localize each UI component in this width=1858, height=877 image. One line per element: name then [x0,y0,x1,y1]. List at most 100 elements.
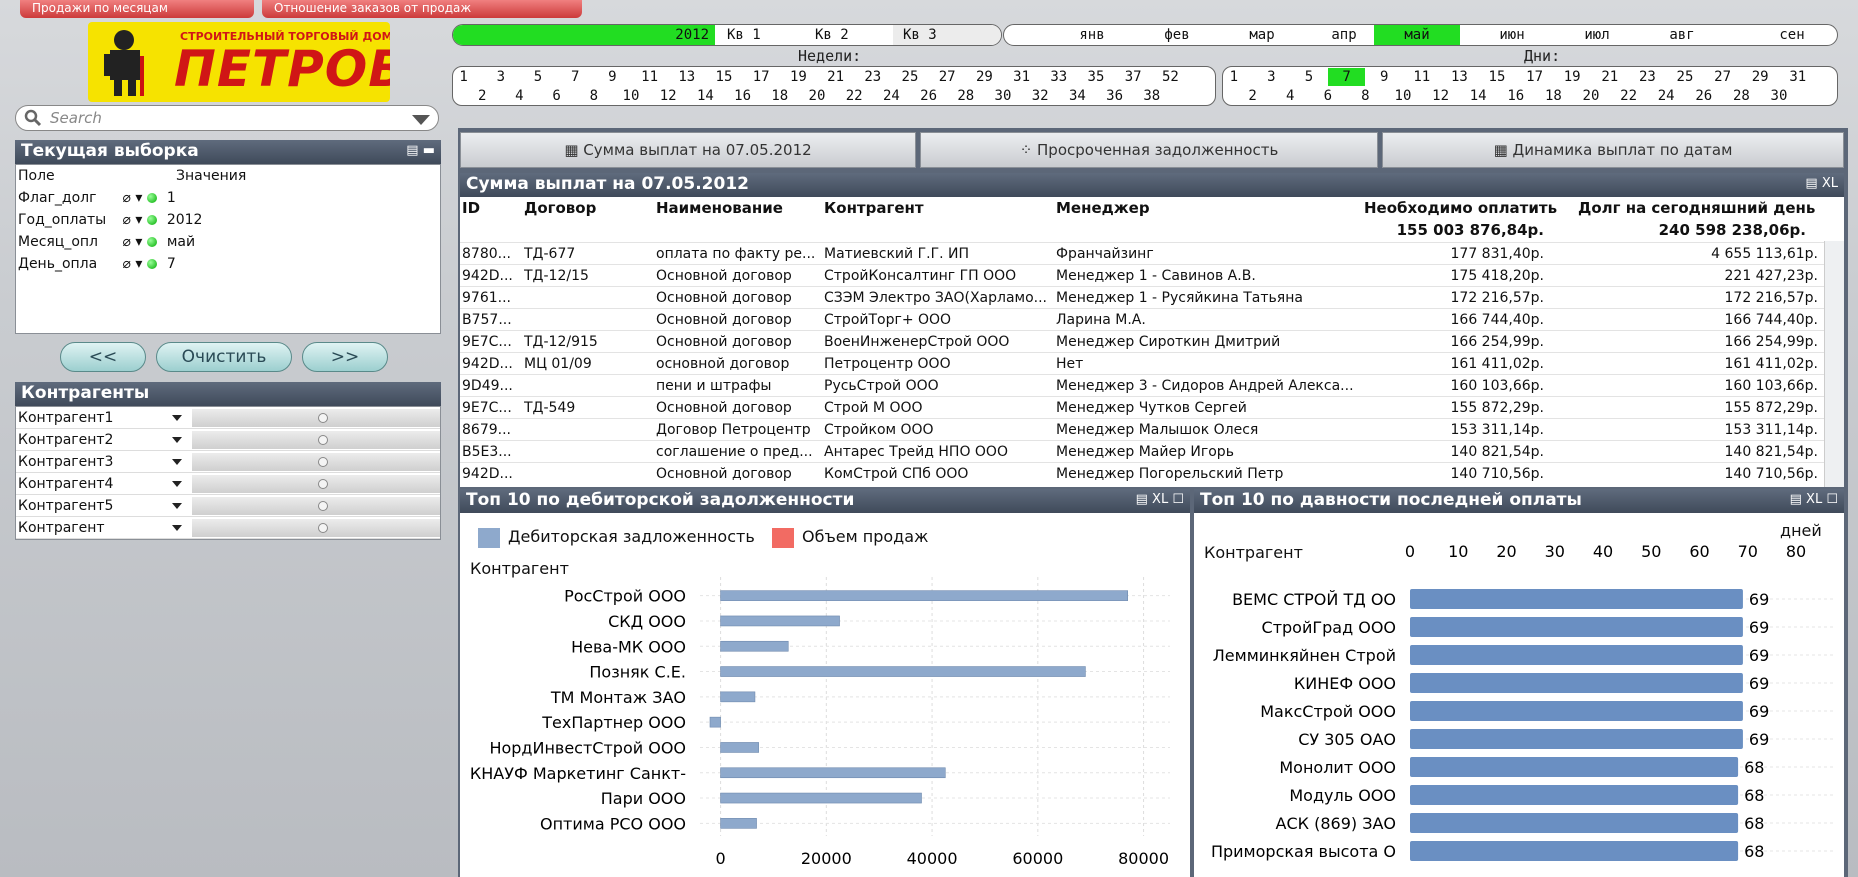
table-cell-manager[interactable]: Менеджер Малышок Олеся [1056,419,1360,441]
period-number[interactable]: 35 [1077,68,1114,86]
search-input[interactable]: Search [15,105,439,131]
table-cell-need[interactable]: 175 418,20р. [1364,265,1545,287]
period-number[interactable]: 24 [873,87,910,105]
period-number[interactable]: 5 [1290,68,1328,86]
period-number[interactable]: 30 [1760,87,1798,105]
col-contract[interactable]: Договор [524,199,596,217]
contractor-filter-row[interactable]: Контрагент3 [16,451,440,473]
table-cell-manager[interactable]: Менеджер Майер Игорь [1056,441,1360,463]
selection-row[interactable]: Год_оплаты ⌀ ▾ 2012 [18,209,438,231]
period-number[interactable]: 27 [929,68,966,86]
table-cell-name[interactable]: Основной договор [656,287,820,309]
table-cell-id[interactable]: 8679... [462,419,520,441]
tab-sales-by-month[interactable]: Продажи по месяцам [20,0,254,18]
dropdown-arrow-icon[interactable] [172,415,182,421]
period-number[interactable]: 31 [1779,68,1817,86]
table-cell-id[interactable]: 942D... [462,463,520,485]
back-button[interactable]: << [60,342,146,372]
chevron-down-icon[interactable] [412,115,430,125]
period-number[interactable]: 10 [612,87,649,105]
table-cell-need[interactable]: 166 744,40р. [1364,309,1545,331]
table-cell-id[interactable]: 8780... [462,243,520,265]
radio-icon[interactable] [318,435,328,445]
table-cell-manager[interactable]: Менеджер 3 - Сидоров Андрей Алекса... [1056,375,1360,397]
period-number[interactable]: 22 [836,87,873,105]
table-cell-id[interactable]: 942D... [462,265,520,287]
period-number[interactable]: 26 [1685,87,1723,105]
forward-button[interactable]: >> [302,342,388,372]
eraser-icon[interactable]: ⌀ ▾ [118,212,147,228]
period-number[interactable]: 4 [1271,87,1309,105]
table-cell-need[interactable]: 153 311,14р. [1364,419,1545,441]
period-number[interactable]: 16 [724,87,761,105]
table-cell-contractor[interactable]: ВоенИнженерСтрой ООО [824,331,1052,353]
period-number[interactable]: 34 [1059,87,1096,105]
period-number[interactable]: 2 [1234,87,1272,105]
table-cell-contractor[interactable]: Строй М ООО [824,397,1052,419]
period-number[interactable]: 6 [538,87,575,105]
table-cell-need[interactable]: 140 821,54р. [1364,441,1545,463]
selection-row[interactable]: Флаг_долг ⌀ ▾ 1 [18,187,438,209]
dropdown-arrow-icon[interactable] [172,481,182,487]
table-cell-name[interactable]: Основной договор [656,463,820,485]
period-number[interactable]: 28 [1723,87,1761,105]
table-cell-contract[interactable] [524,309,652,331]
table-cell-id[interactable]: 9E7C... [462,397,520,419]
table-cell-name[interactable]: Основной договор [656,309,820,331]
table-cell-contractor[interactable]: КомСтрой СПб ООО [824,463,1052,485]
period-number[interactable]: 12 [650,87,687,105]
dropdown-arrow-icon[interactable] [172,525,182,531]
period-number[interactable]: 3 [1253,68,1291,86]
table-cell-contract[interactable] [524,441,652,463]
period-number[interactable]: 4 [501,87,538,105]
period-number[interactable]: 6 [1309,87,1347,105]
table-cell-name[interactable]: соглашение о пред... [656,441,820,463]
table-cell-debt[interactable]: 153 311,14р. [1578,419,1819,441]
selection-row[interactable]: День_опла ⌀ ▾ 7 [18,253,438,275]
period-number[interactable]: 37 [1115,68,1152,86]
period-number[interactable]: 7 [557,68,594,86]
month-cell[interactable]: фев [1149,25,1205,45]
period-number[interactable]: 25 [891,68,928,86]
table-cell-debt[interactable]: 166 744,40р. [1578,309,1819,331]
table-cell-need[interactable]: 161 411,02р. [1364,353,1545,375]
col-id[interactable]: ID [462,199,480,217]
eraser-icon[interactable]: ⌀ ▾ [118,190,147,206]
radio-icon[interactable] [318,413,328,423]
table-cell-id[interactable]: B757... [462,309,520,331]
period-number[interactable]: 11 [631,68,668,86]
table-cell-manager[interactable]: Ларина М.А. [1056,309,1360,331]
period-number[interactable]: 20 [1572,87,1610,105]
table-cell-contractor[interactable]: СтройКонсалтинг ГП ООО [824,265,1052,287]
dropdown-arrow-icon[interactable] [172,437,182,443]
dropdown-arrow-icon[interactable] [172,459,182,465]
period-number[interactable]: 28 [947,87,984,105]
tab-payments-sum[interactable]: ▦ Сумма выплат на 07.05.2012 [460,132,916,168]
table-cell-manager[interactable]: Менеджер 1 - Савинов А.В. [1056,265,1360,287]
tab-payment-dynamics[interactable]: ▦ Динамика выплат по датам [1382,132,1844,168]
table-cell-name[interactable]: Основной договор [656,265,820,287]
table-cell-contractor[interactable]: Петроцентр ООО [824,353,1052,375]
period-number[interactable]: 3 [482,68,519,86]
radio-icon[interactable] [318,457,328,467]
table-cell-manager[interactable]: Менеджер Погорельский Петр [1056,463,1360,485]
table-cell-name[interactable]: оплата по факту ре... [656,243,820,265]
table-cell-contract[interactable] [524,463,652,485]
table-cell-contract[interactable]: МЦ 01/09 [524,353,652,375]
col-debt-today[interactable]: Долг на сегодняшний день [1578,199,1815,217]
period-number[interactable]: 17 [1516,68,1554,86]
quarter-cell[interactable]: Кв 2 [805,25,893,45]
month-cell[interactable]: июл [1569,25,1625,45]
period-number[interactable]: 26 [910,87,947,105]
table-cell-manager[interactable]: Франчайзинг [1056,243,1360,265]
period-number[interactable]: 13 [668,68,705,86]
period-number[interactable]: 31 [1003,68,1040,86]
table-cell-need[interactable]: 177 831,40р. [1364,243,1545,265]
table-cell-name[interactable]: основной договор [656,353,820,375]
table-cell-name[interactable]: Договор Петроцентр [656,419,820,441]
table-cell-id[interactable]: 9D49... [462,375,520,397]
table-cell-debt[interactable]: 140 710,56р. [1578,463,1819,485]
period-number[interactable]: 8 [575,87,612,105]
period-number[interactable]: 5 [519,68,556,86]
col-name[interactable]: Наименование [656,199,783,217]
